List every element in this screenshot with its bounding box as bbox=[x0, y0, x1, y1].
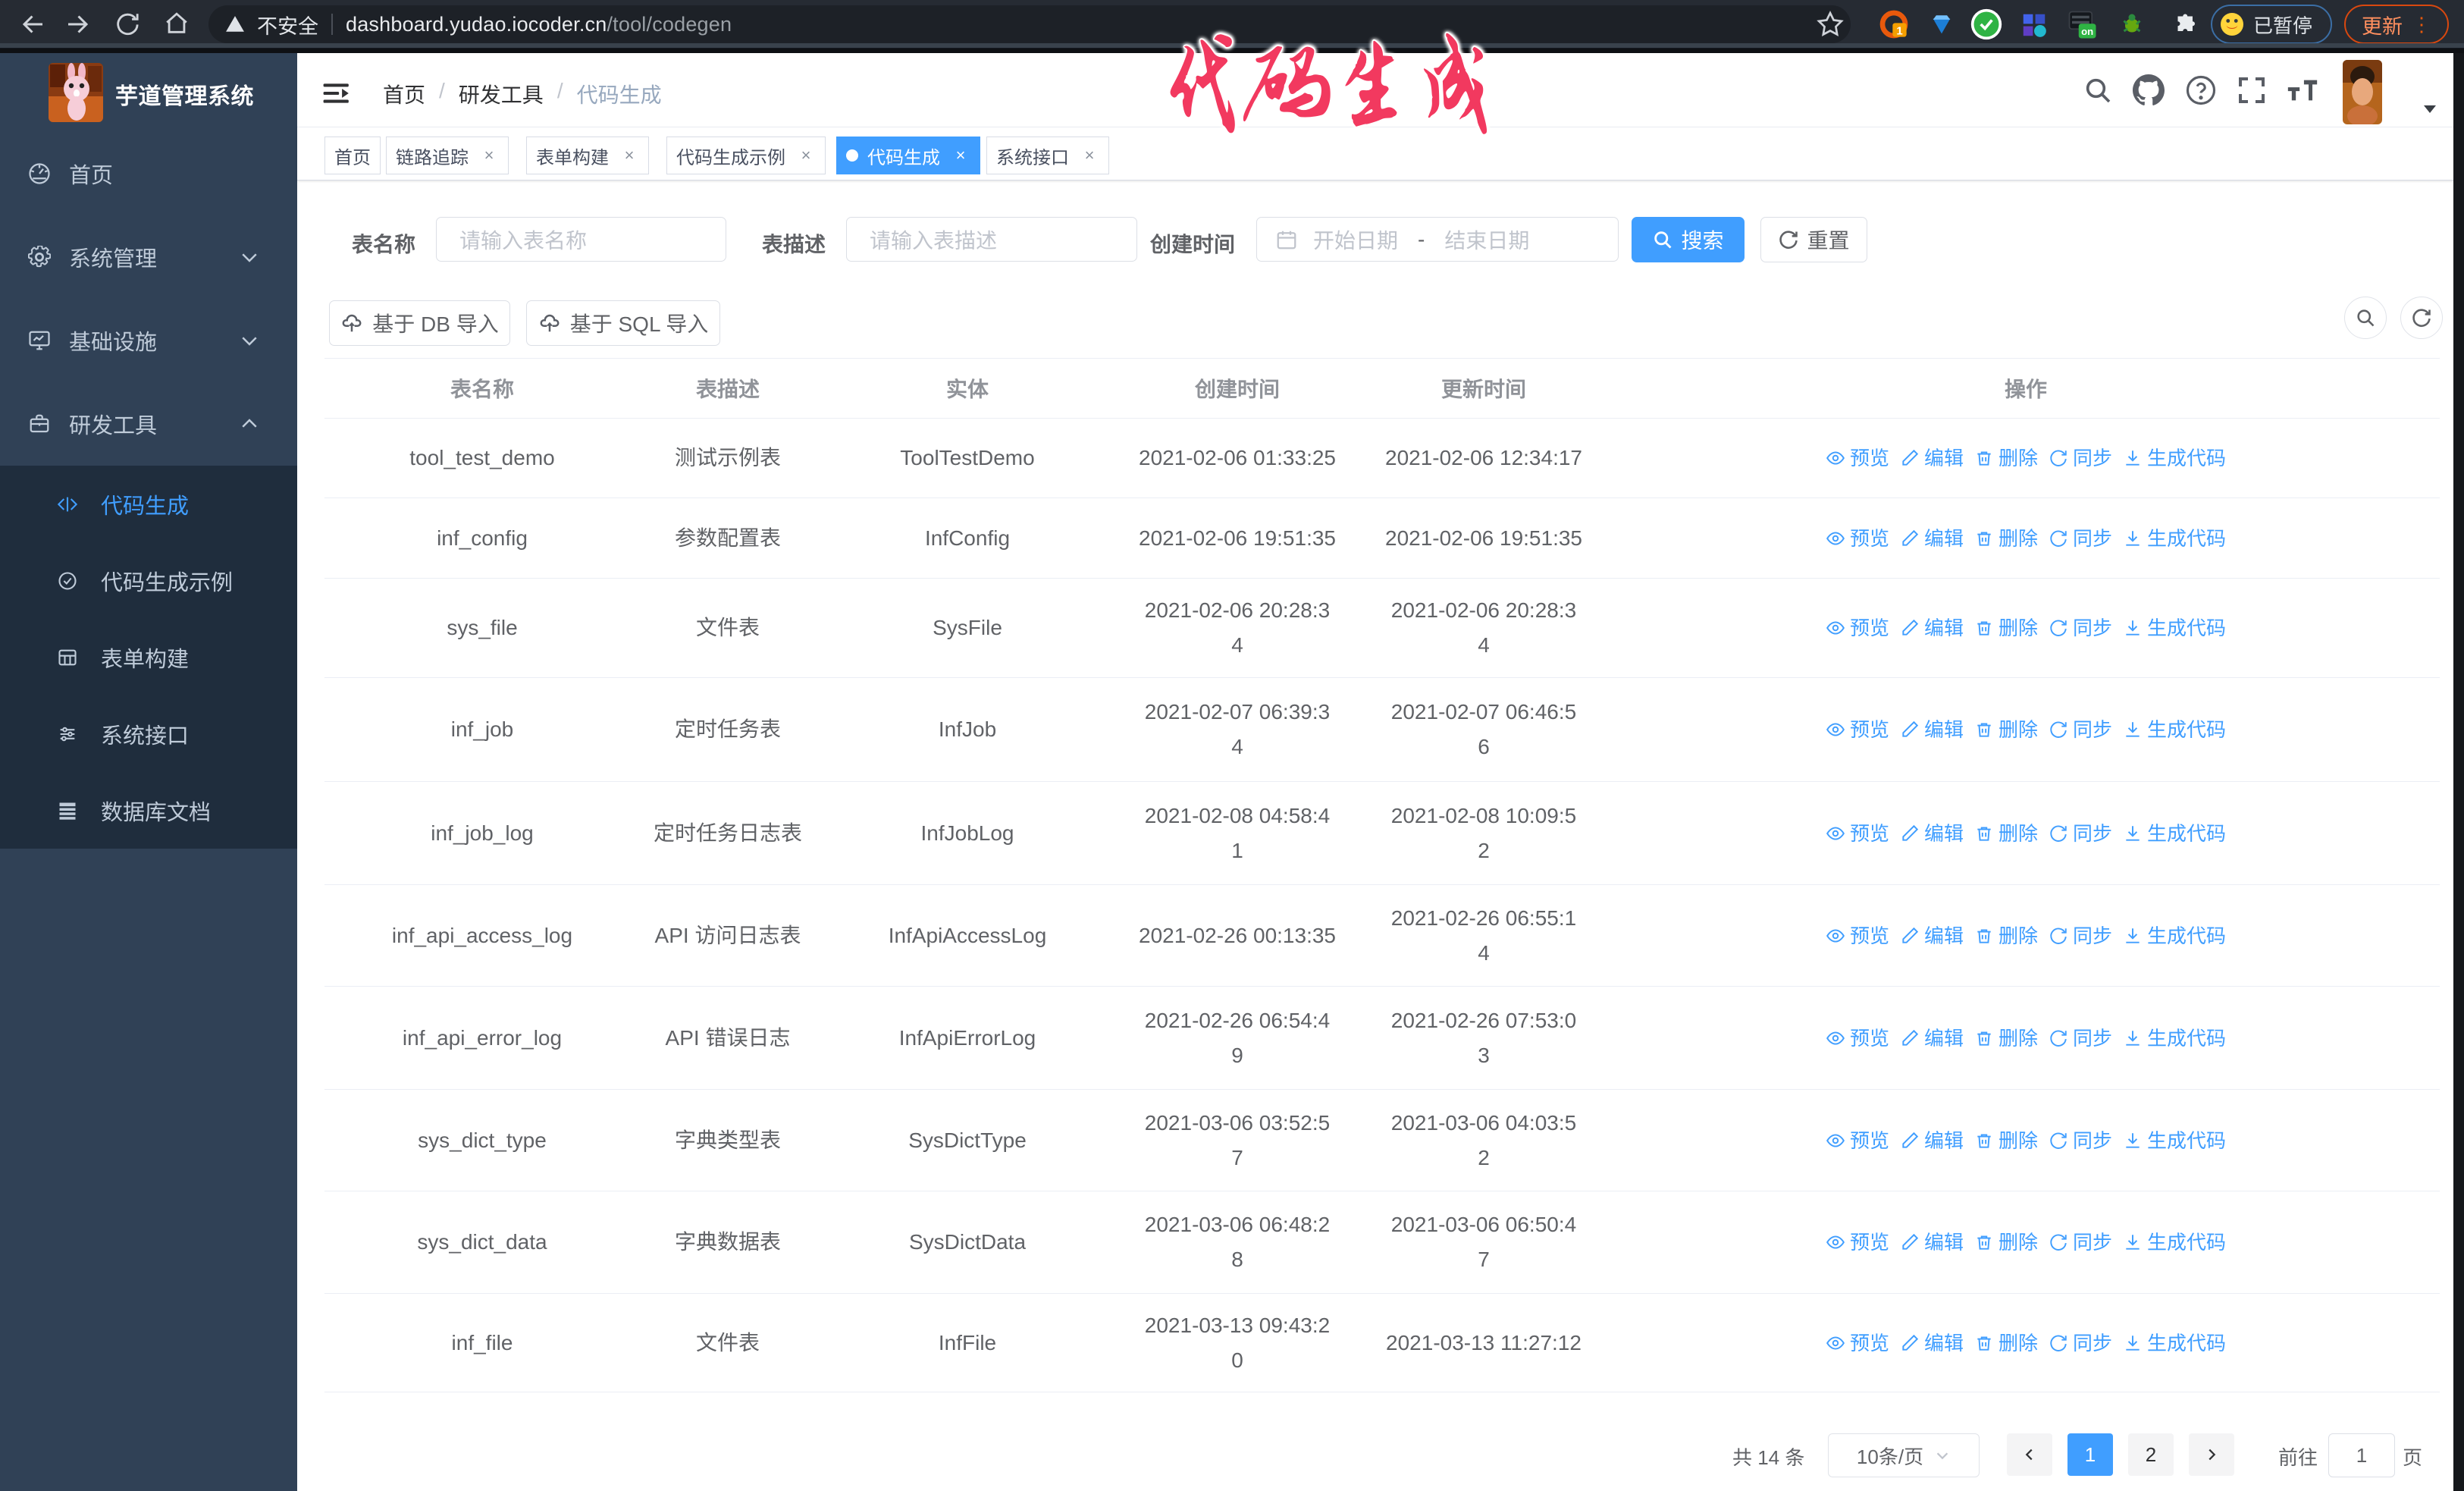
svg-text:on: on bbox=[2081, 26, 2093, 37]
svg-text:1: 1 bbox=[1896, 24, 1902, 37]
